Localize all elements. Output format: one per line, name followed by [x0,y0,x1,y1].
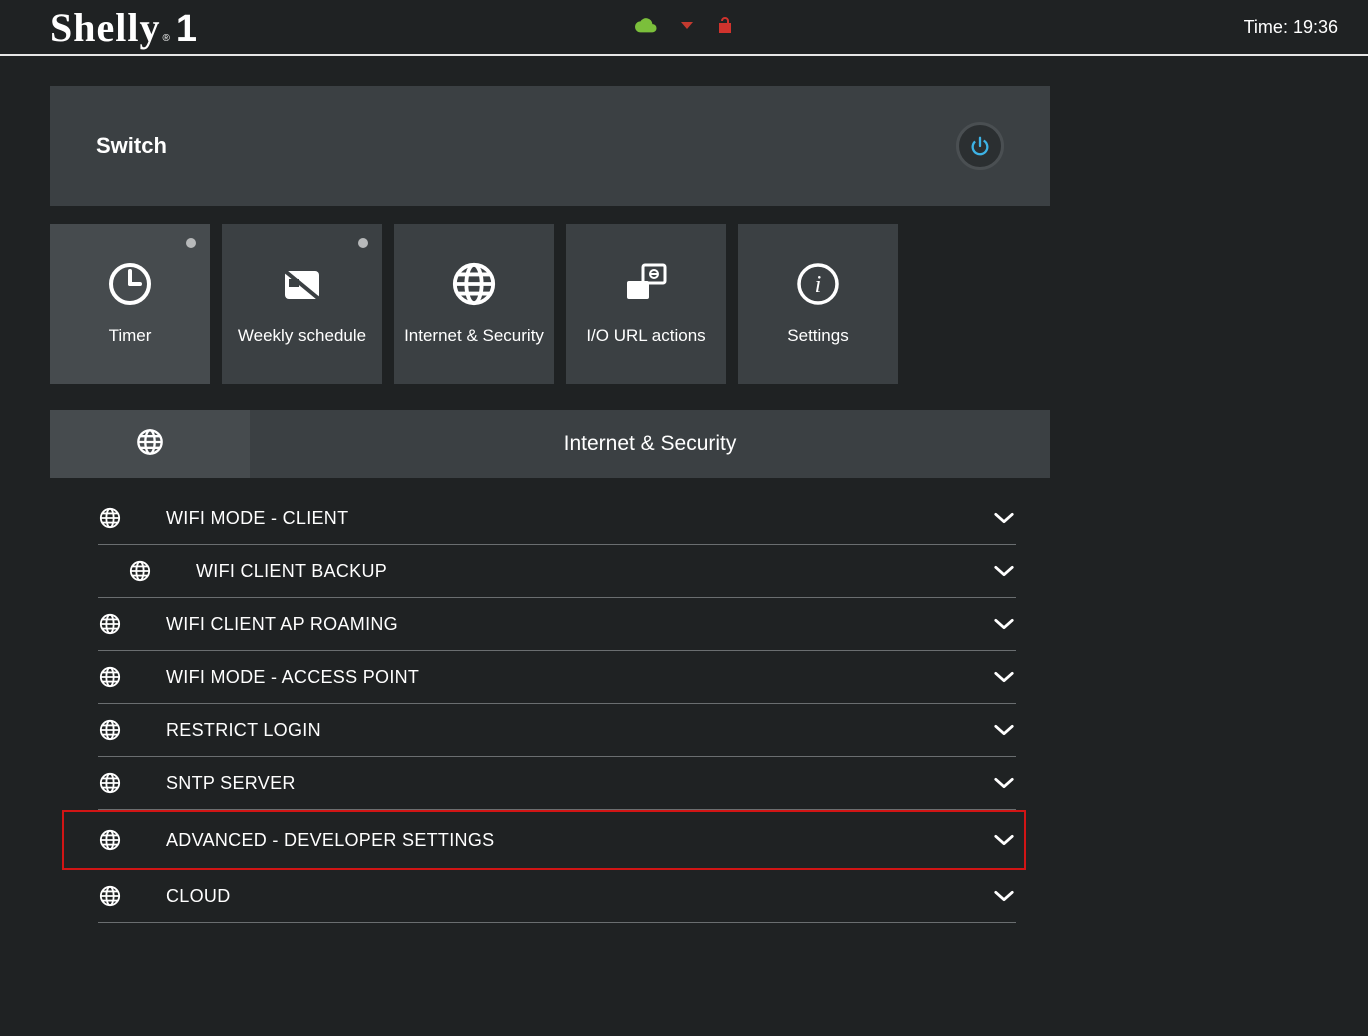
power-icon [969,135,991,157]
settings-list: WIFI MODE - CLIENT WIFI CLIENT BACKUP WIFI… [50,492,1050,923]
logo-reg: ® [162,33,169,44]
chevron-down-icon [992,776,1016,790]
power-button[interactable] [956,122,1004,170]
tile-label: Weekly schedule [230,325,374,347]
tile-label: Internet & Security [396,325,552,347]
tile-label: Timer [101,325,160,347]
list-item-label: RESTRICT LOGIN [166,720,948,741]
tile-timer[interactable]: Timer [50,224,210,384]
list-item[interactable]: WIFI MODE - CLIENT [98,492,1016,545]
globe-icon [98,613,122,635]
lock-open-icon[interactable] [717,16,733,39]
cloud-icon[interactable] [635,17,657,38]
list-item-label: WIFI MODE - CLIENT [166,508,948,529]
globe-icon [98,507,122,529]
globe-icon [98,772,122,794]
alert-down-icon[interactable] [681,18,693,36]
chevron-down-icon [992,833,1016,847]
weekly-icon [279,261,325,307]
list-item-label: WIFI MODE - ACCESS POINT [166,667,948,688]
svg-text:i: i [815,272,822,298]
globe-icon [98,666,122,688]
io-icon [623,261,669,307]
switch-card: Switch [50,86,1050,206]
logo-model: 1 [176,8,197,51]
settings-icon: i [795,261,841,307]
logo: Shelly ® 1 [50,4,197,51]
timer-icon [107,261,153,307]
list-item-label: CLOUD [166,886,948,907]
switch-title: Switch [96,133,167,159]
globe-icon [98,829,122,851]
globe-icon [98,719,122,741]
tile-io[interactable]: I/O URL actions [566,224,726,384]
chevron-down-icon [992,723,1016,737]
list-item-label: WIFI CLIENT AP ROAMING [166,614,948,635]
status-dot [358,238,368,248]
chevron-down-icon [992,511,1016,525]
list-item-label: ADVANCED - DEVELOPER SETTINGS [166,830,948,851]
list-item[interactable]: WIFI CLIENT BACKUP [98,545,1016,598]
status-dot [186,238,196,248]
list-item-label: WIFI CLIENT BACKUP [196,561,948,582]
topbar: Shelly ® 1 Time: 19:36 [0,0,1368,56]
section-header-icon-box [50,410,250,478]
logo-text: Shelly [50,4,160,51]
list-item[interactable]: WIFI MODE - ACCESS POINT [98,651,1016,704]
section-header: Internet & Security [50,410,1050,478]
topbar-status [635,16,733,39]
page: Switch Timer Weekly schedule Internet & Se… [0,56,1090,963]
globe-icon [136,428,164,461]
tile-settings[interactable]: i Settings [738,224,898,384]
chevron-down-icon [992,670,1016,684]
list-item[interactable]: ADVANCED - DEVELOPER SETTINGS [62,810,1026,870]
chevron-down-icon [992,617,1016,631]
tile-weekly[interactable]: Weekly schedule [222,224,382,384]
section-title: Internet & Security [250,410,1050,478]
tile-label: Settings [779,325,856,347]
chevron-down-icon [992,889,1016,903]
list-item[interactable]: RESTRICT LOGIN [98,704,1016,757]
tiles-row: Timer Weekly schedule Internet & Security I… [50,224,1050,384]
internet-icon [451,261,497,307]
list-item[interactable]: WIFI CLIENT AP ROAMING [98,598,1016,651]
time-label: Time: 19:36 [1244,17,1338,38]
list-item-label: SNTP SERVER [166,773,948,794]
list-item[interactable]: CLOUD [98,870,1016,923]
tile-internet[interactable]: Internet & Security [394,224,554,384]
list-item[interactable]: SNTP SERVER [98,757,1016,810]
globe-icon [98,885,122,907]
chevron-down-icon [992,564,1016,578]
globe-icon [128,560,152,582]
tile-label: I/O URL actions [578,325,713,347]
